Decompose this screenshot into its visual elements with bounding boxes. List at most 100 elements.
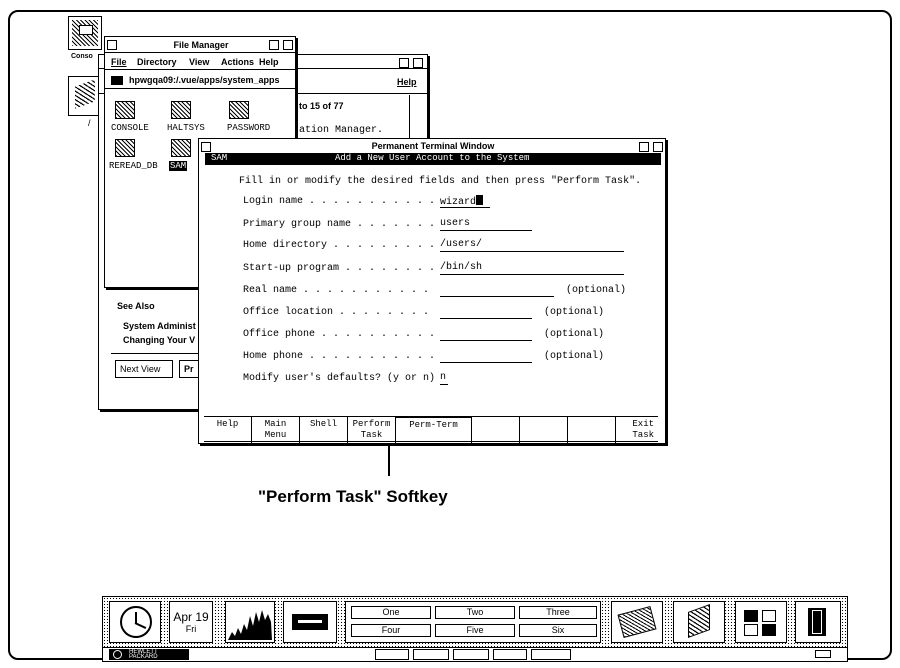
fm-menu-actions[interactable]: Actions	[221, 57, 254, 67]
busy-light-icon	[453, 649, 489, 660]
console-app-icon[interactable]	[115, 101, 135, 119]
help-next-view-button[interactable]: Next View	[115, 360, 173, 378]
field-label-home: Home directory . . . . . . . . .	[243, 240, 436, 251]
real-name-optional: (optional)	[566, 285, 627, 296]
style-manager-icon[interactable]	[413, 649, 449, 660]
reread-db-app-icon[interactable]	[115, 139, 135, 157]
softkey-exit-task[interactable]: Exit Task	[616, 417, 658, 443]
calendar-day: Fri	[185, 624, 197, 634]
office-location-optional: (optional)	[544, 307, 605, 318]
help-maximize-button[interactable]	[413, 58, 423, 68]
fm-menu-file[interactable]: File	[111, 57, 127, 67]
fm-menubar: File Directory View Actions Help	[105, 52, 295, 70]
softkey-perform-task[interactable]: Perform Task	[348, 417, 396, 443]
fm-menu-view[interactable]: View	[189, 57, 209, 67]
fm-menu-help[interactable]: Help	[259, 57, 279, 67]
term-title: Permanent Terminal Window	[371, 141, 495, 151]
user-icon[interactable]	[68, 76, 102, 116]
login-name-value: wizard	[440, 197, 477, 208]
lock-screen-icon[interactable]	[375, 649, 409, 660]
hp-logo: HEWLETT PACKARD	[109, 649, 189, 660]
modify-defaults-input[interactable]: n	[440, 372, 448, 385]
performance-meter-icon[interactable]	[225, 601, 275, 643]
home-directory-input[interactable]: /users/	[440, 239, 624, 252]
term-header-title: Add a New User Account to the System	[335, 153, 530, 163]
field-label-startup: Start-up program . . . . . . . .	[243, 263, 436, 274]
term-sam-label: SAM	[211, 153, 228, 163]
help-minimize-button[interactable]	[399, 58, 409, 68]
file-sam-label[interactable]: SAM	[169, 161, 188, 171]
callout-line	[388, 444, 390, 476]
workspace-three-button[interactable]: Three	[519, 606, 597, 619]
help-content-line: ation Manager.	[299, 125, 384, 136]
workspace-two-button[interactable]: Two	[435, 606, 515, 619]
printer-icon[interactable]	[611, 601, 663, 643]
fm-maximize-button[interactable]	[283, 40, 293, 50]
haltsys-app-icon[interactable]	[171, 101, 191, 119]
help-link-system-admin[interactable]: System Administ	[123, 321, 196, 331]
hp-brand-line2: PACKARD	[129, 654, 158, 660]
real-name-input[interactable]	[440, 284, 554, 297]
softkey-bar: Help Main Menu Shell Perform Task Perm-Ter…	[204, 416, 658, 443]
startup-program-input[interactable]: /bin/sh	[440, 262, 624, 275]
softkey-help[interactable]: Help	[204, 417, 252, 443]
help-link-changing[interactable]: Changing Your V	[123, 335, 195, 345]
console-label: Conso	[71, 53, 93, 60]
file-console-label: CONSOLE	[111, 123, 149, 133]
field-label-modify-defaults: Modify user's defaults? (y or n)	[243, 373, 436, 384]
help-menu-help[interactable]: Help	[397, 77, 417, 87]
softkey-blank-1[interactable]	[472, 417, 520, 443]
front-panel: Apr 19 Fri One Two Three Four Five Six H…	[102, 596, 848, 662]
workspace-six-button[interactable]: Six	[519, 624, 597, 637]
softkey-blank-2[interactable]	[520, 417, 568, 443]
text-cursor	[476, 195, 484, 205]
callout-label: "Perform Task" Softkey	[258, 487, 448, 506]
fm-minimize-button[interactable]	[269, 40, 279, 50]
field-label-group: Primary group name . . . . . . .	[243, 219, 436, 230]
field-label-office-location: Office location . . . . . . . .	[243, 307, 430, 318]
term-minimize-button[interactable]	[639, 142, 649, 152]
office-phone-optional: (optional)	[544, 329, 605, 340]
clock-icon	[109, 601, 161, 643]
workspace-five-button[interactable]: Five	[435, 624, 515, 637]
console-icon[interactable]	[68, 16, 102, 50]
field-label-home-phone: Home phone . . . . . . . . . . .	[243, 351, 436, 362]
term-instruction: Fill in or modify the desired fields and…	[239, 176, 642, 187]
fm-menu-directory[interactable]: Directory	[137, 57, 177, 67]
primary-group-input[interactable]: users	[440, 218, 532, 231]
softkey-blank-3[interactable]	[568, 417, 616, 443]
workspace-one-button[interactable]: One	[351, 606, 431, 619]
file-password-label: PASSWORD	[227, 123, 271, 133]
user-icon-label: /	[88, 118, 91, 128]
sam-app-icon[interactable]	[171, 139, 191, 157]
term-maximize-button[interactable]	[653, 142, 663, 152]
fm-path: hpwgqa09:/.vue/apps/system_apps	[129, 75, 280, 85]
file-manager-icon[interactable]	[673, 601, 725, 643]
calendar-month: Apr 19	[173, 610, 209, 624]
help-icon[interactable]	[531, 649, 571, 660]
help-divider	[111, 353, 201, 354]
office-location-input[interactable]	[440, 306, 532, 319]
help-see-also: See Also	[117, 301, 155, 311]
file-reread-db-label: REREAD_DB	[109, 161, 158, 171]
app-manager-icon[interactable]	[735, 601, 787, 643]
trash-icon[interactable]	[795, 601, 841, 643]
softkey-main-menu[interactable]: Main Menu	[252, 417, 300, 443]
file-haltsys-label: HALTSYS	[167, 123, 205, 133]
home-phone-input[interactable]	[440, 350, 532, 363]
mail-icon[interactable]	[283, 601, 337, 643]
exit-icon[interactable]	[815, 650, 831, 658]
folder-icon	[111, 76, 123, 85]
home-phone-optional: (optional)	[544, 351, 605, 362]
softkey-shell[interactable]: Shell	[300, 417, 348, 443]
calendar-date[interactable]: Apr 19 Fri	[169, 601, 213, 643]
lock-icon[interactable]	[493, 649, 527, 660]
field-label-office-phone: Office phone . . . . . . . . . .	[243, 329, 436, 340]
softkey-perm-term[interactable]: Perm-Term	[396, 417, 472, 443]
workspace-four-button[interactable]: Four	[351, 624, 431, 637]
help-page-range: to 15 of 77	[299, 101, 344, 111]
login-name-input[interactable]: wizard	[440, 195, 490, 208]
office-phone-input[interactable]	[440, 328, 532, 341]
term-header-bar: SAM Add a New User Account to the System	[205, 153, 661, 165]
password-app-icon[interactable]	[229, 101, 249, 119]
